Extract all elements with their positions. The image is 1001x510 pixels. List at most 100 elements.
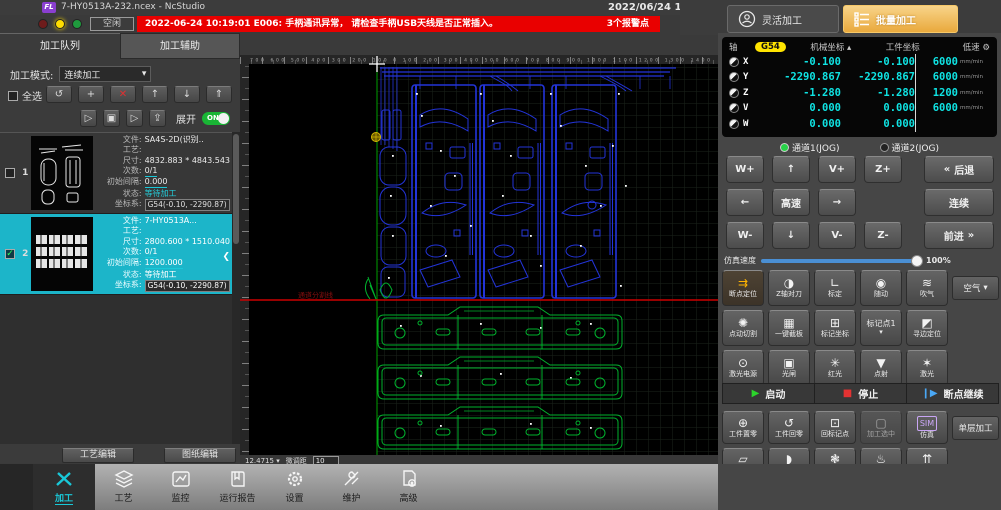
collapse-item-icon[interactable]: ❮ <box>222 252 230 262</box>
drawing-edit-button[interactable]: 图纸编辑 <box>164 448 236 463</box>
jog-w-minus-button[interactable]: W- <box>726 222 764 249</box>
next-item-button[interactable]: ▷ <box>126 110 143 127</box>
tab-machining-queue[interactable]: 加工队列 <box>0 33 120 59</box>
alarm-count[interactable]: 3个报警点 <box>575 16 655 32</box>
workpiece-zero-button[interactable]: ⊕工件置零 <box>722 411 764 444</box>
coord-value[interactable]: G54(-0.10, -2290.87) <box>145 199 230 211</box>
mark-coordinate-button[interactable]: ⊞标记坐标 <box>814 310 856 346</box>
item1-checkbox[interactable] <box>5 168 15 178</box>
queue-item-1[interactable]: 1 文件:SA4S-2D(识别.. 工艺: 尺寸:4832.883 * 4843… <box>0 133 232 214</box>
start-button[interactable]: ▶启动 <box>723 384 815 403</box>
nav-tab-machining[interactable]: 加工 <box>33 464 95 510</box>
interval-value[interactable]: 0.000 <box>145 177 168 188</box>
retreat-button[interactable]: «后退 <box>924 156 994 183</box>
jog-cut-button[interactable]: ✺点动切割 <box>722 310 764 346</box>
jog-v-plus-button[interactable]: V+ <box>818 156 856 183</box>
queue-item-2-selected[interactable]: ✓ 2 文件:7-HY0513A... 工艺: 尺寸:2800.600 * 15… <box>0 214 232 295</box>
z-axis-tool-button[interactable]: ◑Z轴对刀 <box>768 270 810 306</box>
add-file-button[interactable]: + <box>78 86 104 103</box>
nav-tab-settings[interactable]: 设置 <box>266 464 323 510</box>
mech-value: 0.000 <box>757 118 841 130</box>
nav-tab-maintenance[interactable]: 维护 <box>323 464 380 510</box>
jog-z-plus-button[interactable]: Z+ <box>864 156 902 183</box>
breakpoint-locate-button[interactable]: ⇉断点定位 <box>722 270 764 306</box>
work-coord-header[interactable]: 工件坐标 <box>866 41 940 53</box>
shutter-button[interactable]: ▣光闸 <box>768 350 810 386</box>
jog-y-plus-button[interactable]: ↑ <box>772 156 810 183</box>
run-item-button[interactable]: ▷ <box>80 110 97 127</box>
jog-y-minus-button[interactable]: ↓ <box>772 222 810 249</box>
jog-x-plus-button[interactable]: → <box>818 189 856 216</box>
scrollbar-thumb[interactable] <box>233 134 239 244</box>
laser-power-button[interactable]: ⊙激光电源 <box>722 350 764 386</box>
nav-tab-monitor[interactable]: 监控 <box>152 464 209 510</box>
interval-value[interactable]: 1200.000 <box>145 258 183 269</box>
feed-unit: mm/min <box>958 105 990 111</box>
slider-knob[interactable] <box>911 255 923 267</box>
spot-shot-button[interactable]: ▼点射 <box>860 350 902 386</box>
sim-speed-slider[interactable] <box>761 259 921 263</box>
channel1-radio[interactable]: 通道1(JOG) <box>780 141 839 154</box>
follow-button[interactable]: ◉随动 <box>860 270 902 306</box>
machining-mode-select[interactable]: 连续加工 ▾ <box>59 66 151 82</box>
jog-v-minus-button[interactable]: V- <box>818 222 856 249</box>
move-up-button[interactable]: ↑ <box>142 86 168 103</box>
nav-tab-advanced[interactable]: 高级 <box>380 464 437 510</box>
channel2-radio[interactable]: 通道2(JOG) <box>880 141 939 154</box>
mech-coord-header[interactable]: 机械坐标 ▴ <box>796 41 866 53</box>
mark-point-dropdown[interactable]: 标记点1▾ <box>860 310 902 346</box>
item2-checkbox[interactable]: ✓ <box>5 249 15 259</box>
axis-rotate-icon[interactable] <box>729 57 739 67</box>
craft-edit-button[interactable]: 工艺编辑 <box>62 448 134 463</box>
continuous-button[interactable]: 连续 <box>924 189 994 216</box>
count-value[interactable]: 0/1 <box>145 247 158 258</box>
single-layer-button[interactable]: 单层加工 <box>952 416 999 440</box>
nav-tab-report[interactable]: 运行报告 <box>209 464 266 510</box>
high-speed-button[interactable]: 高速 <box>772 189 810 216</box>
expand-toggle[interactable]: ON <box>202 112 230 125</box>
axis-rotate-icon[interactable] <box>729 103 739 113</box>
count-value[interactable]: 0/1 <box>145 166 158 177</box>
blow-air-button[interactable]: ≋吹气 <box>906 270 948 306</box>
laser-button[interactable]: ✶激光 <box>906 350 948 386</box>
toolpath-canvas[interactable]: 700 600 500 400 300 200 100 0 100 200 30… <box>240 55 718 455</box>
queue-list: 1 文件:SA4S-2D(识别.. 工艺: 尺寸:4832.883 * 4843… <box>0 132 232 444</box>
stop-button[interactable]: ■停止 <box>815 384 907 403</box>
goto-mark-button[interactable]: ⊡回标记点 <box>814 411 856 444</box>
coord-value[interactable]: G54(-0.10, -2290.87) <box>145 280 230 292</box>
one-key-board-button[interactable]: ▦一键截板 <box>768 310 810 346</box>
simulate-button[interactable]: SIM仿真 <box>906 411 948 444</box>
axis-rotate-icon[interactable] <box>729 72 739 82</box>
nav-tab-craft[interactable]: 工艺 <box>95 464 152 510</box>
flexible-machining-button[interactable]: 灵活加工 <box>727 5 839 33</box>
radio-on-icon <box>780 143 789 152</box>
calibrate-button[interactable]: ∟标定 <box>814 270 856 306</box>
item1-thumbnail <box>31 136 93 210</box>
load-item-button[interactable]: ⇪ <box>149 110 166 127</box>
gas-select-dropdown[interactable]: 空气▾ <box>952 276 999 300</box>
machine-state-badge: 空闲 <box>90 17 134 31</box>
jog-x-minus-button[interactable]: ← <box>726 189 764 216</box>
move-down-button[interactable]: ↓ <box>174 86 200 103</box>
axis-rotate-icon[interactable] <box>729 88 739 98</box>
queue-scrollbar[interactable] <box>232 132 240 444</box>
stop-item-button[interactable]: ▣ <box>103 110 120 127</box>
delete-file-button[interactable]: ✕ <box>110 86 136 103</box>
advance-button[interactable]: 前进» <box>924 222 994 249</box>
move-top-button[interactable]: ⇑ <box>206 86 232 103</box>
batch-machining-button[interactable]: 批量加工 <box>843 5 958 33</box>
select-all-checkbox[interactable] <box>8 91 18 101</box>
tab-machining-assist[interactable]: 加工辅助 <box>120 33 240 59</box>
jog-w-plus-button[interactable]: W+ <box>726 156 764 183</box>
refresh-button[interactable]: ↺ <box>46 86 72 103</box>
breakpoint-resume-button[interactable]: ❙▶断点继续 <box>907 384 998 403</box>
red-light-button[interactable]: ✳红光 <box>814 350 856 386</box>
axis-rotate-icon[interactable] <box>729 119 739 129</box>
work-value: -2290.867 <box>841 71 915 83</box>
workpiece-home-button[interactable]: ↺工件回零 <box>768 411 810 444</box>
speed-mode-toggle[interactable]: 低速 ⚙ <box>940 41 990 53</box>
edge-find-button[interactable]: ◩寻边定位 <box>906 310 948 346</box>
process-selected-button[interactable]: ▢加工选中 <box>860 411 902 444</box>
wcs-badge[interactable]: G54 <box>755 42 786 52</box>
jog-z-minus-button[interactable]: Z- <box>864 222 902 249</box>
